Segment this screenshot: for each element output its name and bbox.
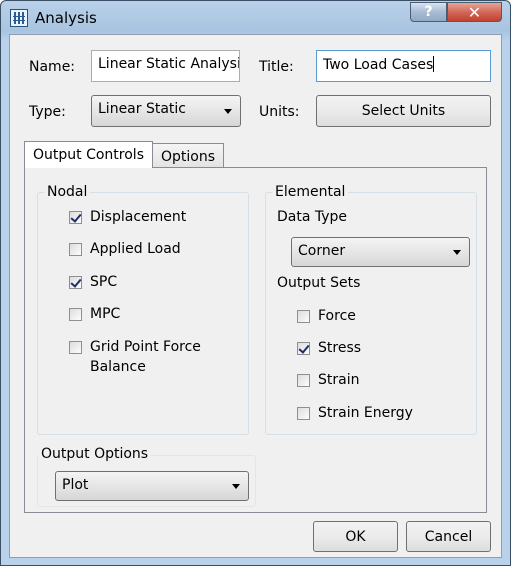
mpc-checkbox[interactable] bbox=[69, 308, 82, 321]
spc-checkbox[interactable] bbox=[69, 276, 82, 289]
applied-load-label: Applied Load bbox=[90, 241, 181, 257]
cancel-button[interactable]: Cancel bbox=[406, 521, 491, 552]
check-icon bbox=[70, 276, 82, 288]
data-type-label: Data Type bbox=[277, 209, 348, 225]
data-type-select-value: Corner bbox=[298, 243, 346, 259]
analysis-dialog: Analysis ? ✕ Name: Linear Static Analysi… bbox=[0, 0, 511, 566]
strain-energy-checkbox[interactable] bbox=[297, 407, 310, 420]
displacement-label: Displacement bbox=[90, 209, 187, 225]
force-label: Force bbox=[318, 308, 356, 324]
output-sets-label: Output Sets bbox=[277, 275, 361, 291]
ok-button[interactable]: OK bbox=[313, 521, 398, 552]
grid-point-force-balance-checkbox[interactable] bbox=[69, 341, 82, 354]
strain-checkbox[interactable] bbox=[297, 374, 310, 387]
strain-label: Strain bbox=[318, 372, 360, 388]
check-icon bbox=[70, 211, 82, 223]
nodal-group-title: Nodal bbox=[44, 184, 91, 200]
help-icon: ? bbox=[424, 4, 433, 20]
applied-load-checkbox[interactable] bbox=[69, 243, 82, 256]
output-controls-panel: Nodal Displacement Applied Load SPC MPC … bbox=[24, 167, 487, 513]
grid-point-force-label-line2: Balance bbox=[90, 359, 146, 375]
select-units-button[interactable]: Select Units bbox=[316, 95, 491, 127]
chevron-down-icon bbox=[232, 484, 240, 489]
check-icon bbox=[298, 342, 310, 354]
output-options-select[interactable]: Plot bbox=[55, 471, 249, 501]
type-select[interactable]: Linear Static bbox=[91, 95, 241, 127]
tab-options[interactable]: Options bbox=[152, 143, 225, 167]
dialog-body: Name: Linear Static Analysis Title: Two … bbox=[9, 34, 502, 558]
table-icon bbox=[10, 9, 28, 27]
text-caret bbox=[433, 56, 435, 72]
output-options-title: Output Options bbox=[38, 446, 152, 462]
output-options-select-value: Plot bbox=[62, 477, 89, 493]
title-input-value: Two Load Cases bbox=[323, 57, 434, 73]
grid-point-force-label: Grid Point Force bbox=[90, 339, 201, 355]
units-label: Units: bbox=[259, 104, 300, 120]
tab-output-controls[interactable]: Output Controls bbox=[24, 141, 153, 168]
type-label: Type: bbox=[29, 104, 66, 120]
chevron-down-icon bbox=[453, 250, 461, 255]
name-input[interactable]: Linear Static Analysis bbox=[91, 50, 240, 82]
elemental-group-title: Elemental bbox=[272, 184, 349, 200]
name-label: Name: bbox=[29, 59, 76, 75]
data-type-select[interactable]: Corner bbox=[291, 237, 470, 267]
close-icon: ✕ bbox=[467, 2, 482, 22]
displacement-checkbox[interactable] bbox=[69, 211, 82, 224]
window-title: Analysis bbox=[35, 9, 97, 27]
mpc-label: MPC bbox=[90, 306, 121, 322]
type-select-value: Linear Static bbox=[98, 101, 186, 117]
stress-checkbox[interactable] bbox=[297, 342, 310, 355]
help-button[interactable]: ? bbox=[410, 2, 447, 22]
close-button[interactable]: ✕ bbox=[447, 2, 502, 22]
title-input[interactable]: Two Load Cases bbox=[316, 50, 491, 82]
spc-label: SPC bbox=[90, 274, 118, 290]
force-checkbox[interactable] bbox=[297, 310, 310, 323]
title-label: Title: bbox=[259, 59, 294, 75]
title-bar[interactable]: Analysis ? ✕ bbox=[1, 1, 510, 35]
strain-energy-label: Strain Energy bbox=[318, 405, 413, 421]
chevron-down-icon bbox=[224, 109, 232, 114]
stress-label: Stress bbox=[318, 340, 362, 356]
